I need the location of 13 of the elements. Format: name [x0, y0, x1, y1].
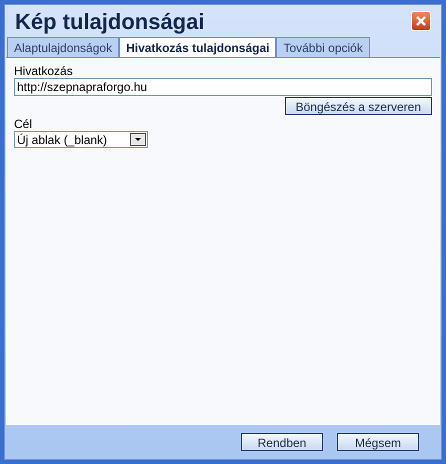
target-dropdown[interactable]: Új ablak (_blank): [14, 131, 148, 148]
field-label: Hivatkozás: [14, 64, 74, 78]
browse-server-button[interactable]: Böngészés a szerveren: [284, 97, 432, 115]
tab[interactable]: Hivatkozás tulajdonságai: [119, 37, 276, 58]
close-icon: [415, 15, 427, 27]
dialog-button[interactable]: Mégsem: [337, 433, 419, 451]
close-button[interactable]: [411, 11, 431, 31]
window-title: Kép tulajdonságai: [15, 8, 204, 36]
tab[interactable]: Alaptulajdonságok: [7, 37, 120, 57]
tab[interactable]: További opciók: [276, 37, 370, 57]
field-label: Cél: [14, 117, 34, 131]
dialog-button[interactable]: Rendben: [241, 433, 323, 451]
url-field[interactable]: http://szepnapraforgo.hu: [14, 78, 432, 96]
